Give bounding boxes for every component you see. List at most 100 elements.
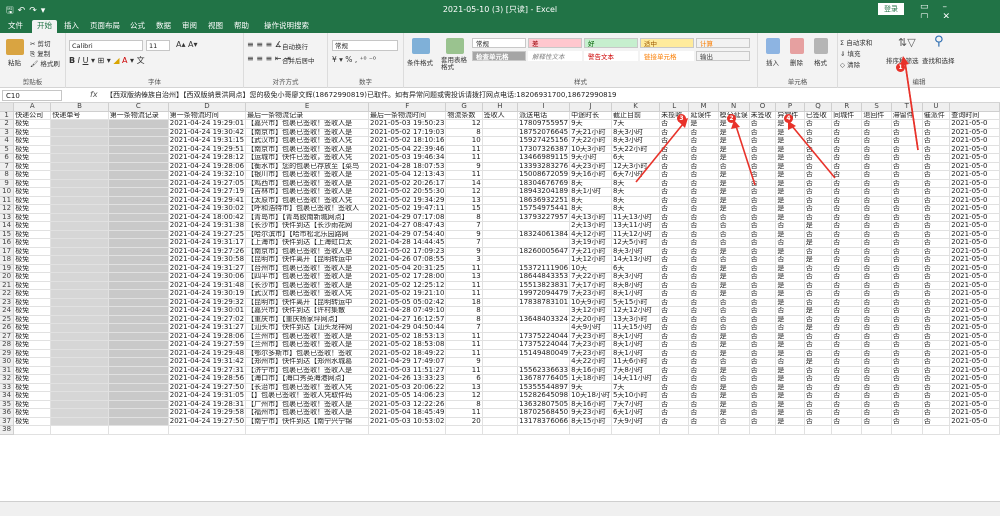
cell[interactable]: 2021-05-0 (949, 366, 1000, 375)
cell[interactable]: 2021-05-0 (949, 289, 1000, 299)
cell[interactable]: 2021-05-0 (949, 162, 1000, 171)
cell[interactable] (482, 289, 519, 299)
cell[interactable]: 2021-05-0 (949, 417, 1000, 426)
cell[interactable]: 否 (831, 196, 863, 205)
cell[interactable]: 12 (445, 119, 483, 129)
cell[interactable]: 否 (922, 145, 951, 154)
cell[interactable]: 7天9小时 (611, 417, 661, 426)
cell[interactable]: 8 (445, 213, 483, 222)
cell[interactable]: 2021-05-0 (949, 340, 1000, 350)
cell[interactable]: 【 (108, 391, 169, 401)
cell[interactable]: 否 (804, 179, 833, 188)
cell[interactable]: 否 (659, 128, 690, 137)
column-header-K[interactable]: K (611, 103, 661, 112)
cell[interactable]: 2021-05-02 17:19:03 (368, 128, 447, 137)
cell[interactable]: 2021-05-03 10:53:02 (368, 417, 447, 426)
cell[interactable] (949, 425, 1000, 435)
cell[interactable]: 13678776405 (517, 374, 571, 384)
cell[interactable]: 否 (804, 272, 833, 282)
cell[interactable]: 否 (749, 170, 777, 180)
cell[interactable]: 否 (891, 196, 923, 205)
cell[interactable]: 2021-04-24 19:29:01 (168, 119, 247, 129)
cell[interactable]: 2021-05-0 (949, 128, 1000, 137)
cell[interactable]: 是 (775, 272, 805, 282)
cell[interactable]: 否 (831, 204, 863, 214)
cell[interactable]: 2021-05-03 20:06:22 (368, 383, 447, 392)
cell[interactable]: 11 (445, 366, 483, 375)
cell[interactable]: 否 (659, 204, 690, 214)
cell[interactable] (482, 145, 519, 154)
cell[interactable]: 否 (922, 136, 951, 146)
cell[interactable]: 【海口市】【海口秀英海港网点】 (245, 374, 370, 384)
cell[interactable]: 12 (445, 391, 483, 401)
cell[interactable]: 否 (659, 213, 690, 222)
cell[interactable]: 否 (749, 323, 777, 333)
cell[interactable]: 13天3小时 (611, 315, 661, 324)
cell[interactable]: JT5038 (50, 247, 109, 256)
column-title-cell[interactable]: 物流条数 (445, 111, 483, 120)
cell[interactable]: 10天3小时 (569, 145, 612, 154)
cell[interactable]: 是 (718, 153, 750, 163)
cell[interactable] (482, 349, 519, 358)
cell[interactable]: 【 (108, 315, 169, 324)
cell[interactable] (482, 230, 519, 239)
column-title-cell[interactable]: 未签收 (749, 111, 777, 120)
cell[interactable]: 否 (861, 315, 892, 324)
cell[interactable]: 2021-04-24 19:27:31 (168, 366, 247, 375)
cell[interactable]: 8天3小时 (611, 247, 661, 256)
cell[interactable] (517, 238, 571, 248)
cell[interactable]: 否 (749, 400, 777, 409)
cell[interactable]: 否 (749, 196, 777, 205)
cell[interactable]: 2021-04-24 19:28:12 (168, 153, 247, 163)
cell[interactable]: 【 (108, 289, 169, 299)
row-header[interactable]: 13 (0, 213, 15, 222)
cell[interactable]: 是 (775, 136, 805, 146)
cell[interactable]: 否 (659, 408, 690, 418)
cell[interactable]: 2021-04-28 14:44:45 (368, 238, 447, 248)
cell[interactable]: 否 (749, 391, 777, 401)
cell[interactable] (445, 425, 483, 435)
cell[interactable]: 否 (688, 391, 719, 401)
cell[interactable]: 2021-04-24 19:27:25 (168, 230, 247, 239)
cell[interactable]: 【运城市】快件已签收，签收人凭 (245, 153, 370, 163)
cell[interactable]: 否 (804, 391, 833, 401)
cell[interactable]: 否 (891, 408, 923, 418)
cell[interactable]: 极免 (13, 272, 52, 282)
cell[interactable]: 7天23小时 (569, 332, 612, 341)
cell[interactable]: 2021-04-28 18:07:53 (368, 162, 447, 171)
cell[interactable]: 否 (688, 162, 719, 171)
cell[interactable]: 否 (659, 136, 690, 146)
cell[interactable] (569, 425, 612, 435)
cell[interactable]: JT5038 (50, 374, 109, 384)
cell[interactable]: 11天12小时 (611, 230, 661, 239)
cell[interactable]: 极免 (13, 306, 52, 316)
row-header[interactable]: 18 (0, 255, 15, 265)
cell[interactable]: 是 (804, 306, 833, 316)
cell[interactable]: 20 (445, 417, 483, 426)
cell[interactable]: JT5038 (50, 349, 109, 358)
tab-view[interactable]: 视图 (208, 20, 223, 33)
cell[interactable]: 是 (718, 187, 750, 197)
conditional-format-icon[interactable] (412, 38, 430, 54)
cell[interactable]: 否 (831, 400, 863, 409)
cell[interactable]: 否 (688, 332, 719, 341)
cell[interactable]: 是 (775, 366, 805, 375)
cell[interactable] (482, 221, 519, 231)
cell[interactable] (482, 119, 519, 129)
cell[interactable]: 极免 (13, 238, 52, 248)
cell[interactable] (482, 162, 519, 171)
row-header[interactable]: 31 (0, 366, 15, 375)
cell[interactable]: 否 (891, 366, 923, 375)
cell[interactable]: 否 (831, 332, 863, 341)
cell[interactable]: 11 (445, 349, 483, 358)
cell[interactable]: 8天3小时 (611, 272, 661, 282)
cell[interactable]: 3天12小时 (569, 306, 612, 316)
cell[interactable]: 10天18小时 (569, 391, 612, 401)
cell[interactable]: 否 (688, 196, 719, 205)
cell[interactable]: 12天12小时 (611, 306, 661, 316)
cell[interactable]: 是 (775, 400, 805, 409)
cell[interactable]: 否 (861, 306, 892, 316)
tab-formulas[interactable]: 公式 (130, 20, 145, 33)
cell[interactable]: 否 (861, 417, 892, 426)
clear-button[interactable]: ◇ 清除 (840, 59, 860, 69)
